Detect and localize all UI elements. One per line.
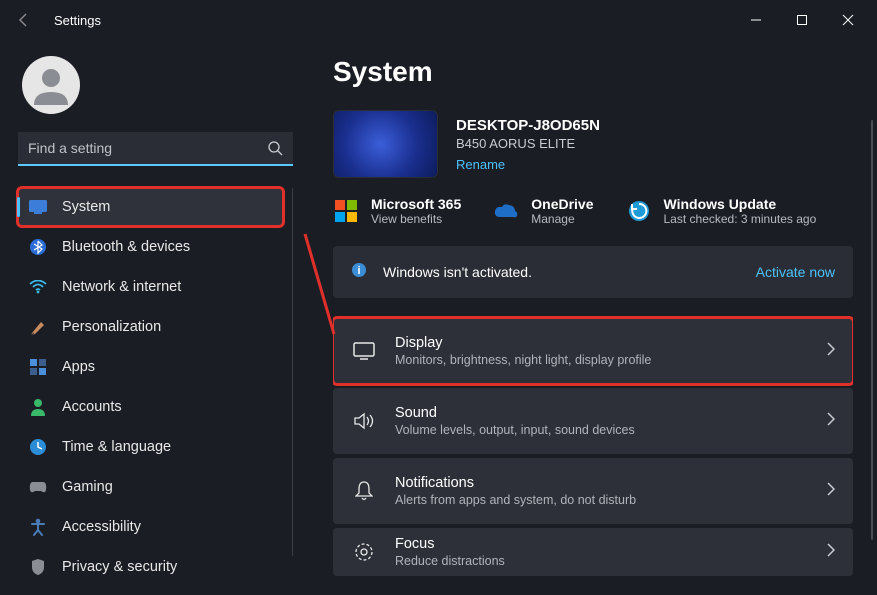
time-icon [28, 437, 48, 457]
setting-desc: Alerts from apps and system, do not dist… [395, 493, 636, 507]
info-icon: i [351, 262, 367, 283]
chevron-right-icon [827, 543, 835, 562]
apps-icon [28, 357, 48, 377]
service-sub: Last checked: 3 minutes ago [664, 212, 817, 226]
accounts-icon [28, 397, 48, 417]
system-icon [28, 197, 48, 217]
sidebar-item-accounts[interactable]: Accounts [18, 388, 283, 426]
setting-title: Sound [395, 405, 635, 421]
service-title: Windows Update [664, 196, 817, 212]
setting-title: Display [395, 335, 651, 351]
service-sub: View benefits [371, 212, 461, 226]
sidebar-item-time[interactable]: Time & language [18, 428, 283, 466]
sidebar-item-accessibility[interactable]: Accessibility [18, 508, 283, 546]
sidebar-item-bluetooth[interactable]: Bluetooth & devices [18, 228, 283, 266]
service-windowsupdate[interactable]: Windows Update Last checked: 3 minutes a… [626, 196, 817, 226]
sidebar-item-label: Network & internet [62, 279, 181, 295]
setting-desc: Volume levels, output, input, sound devi… [395, 423, 635, 437]
sidebar-item-label: Gaming [62, 479, 113, 495]
setting-desc: Monitors, brightness, night light, displ… [395, 353, 651, 367]
sidebar-item-personalization[interactable]: Personalization [18, 308, 283, 346]
sidebar-item-apps[interactable]: Apps [18, 348, 283, 386]
display-icon [351, 338, 377, 364]
setting-title: Focus [395, 536, 505, 552]
setting-focus[interactable]: Focus Reduce distractions [333, 528, 853, 576]
focus-icon [351, 539, 377, 565]
activation-message: Windows isn't activated. [383, 264, 532, 280]
microsoft-icon [333, 198, 359, 224]
setting-desc: Reduce distractions [395, 554, 505, 568]
sound-icon [351, 408, 377, 434]
page-title: System [333, 56, 853, 88]
search-input[interactable] [18, 132, 293, 166]
sidebar-item-label: Time & language [62, 439, 171, 455]
notifications-icon [351, 478, 377, 504]
setting-sound[interactable]: Sound Volume levels, output, input, soun… [333, 388, 853, 454]
scrollbar[interactable] [871, 120, 873, 540]
accessibility-icon [28, 517, 48, 537]
sidebar-item-gaming[interactable]: Gaming [18, 468, 283, 506]
activate-link[interactable]: Activate now [756, 264, 835, 280]
update-icon [626, 198, 652, 224]
sidebar-item-label: System [62, 199, 110, 215]
chevron-right-icon [827, 342, 835, 361]
service-onedrive[interactable]: OneDrive Manage [493, 196, 593, 226]
wifi-icon [28, 277, 48, 297]
rename-link[interactable]: Rename [456, 157, 600, 172]
setting-notifications[interactable]: Notifications Alerts from apps and syste… [333, 458, 853, 524]
sidebar-item-label: Bluetooth & devices [62, 239, 190, 255]
maximize-button[interactable] [793, 11, 811, 29]
close-button[interactable] [839, 11, 857, 29]
chevron-right-icon [827, 482, 835, 501]
sidebar-item-system[interactable]: System [18, 188, 283, 226]
sidebar-item-label: Accessibility [62, 519, 141, 535]
svg-text:i: i [357, 265, 360, 277]
sidebar-item-label: Accounts [62, 399, 122, 415]
onedrive-icon [493, 198, 519, 224]
user-avatar[interactable] [22, 56, 80, 114]
window-title: Settings [54, 13, 101, 28]
sidebar-item-label: Personalization [62, 319, 161, 335]
search-icon [267, 140, 283, 161]
device-thumbnail [333, 110, 438, 178]
gaming-icon [28, 477, 48, 497]
setting-display[interactable]: Display Monitors, brightness, night ligh… [333, 318, 853, 384]
service-title: OneDrive [531, 196, 593, 212]
setting-title: Notifications [395, 475, 636, 491]
service-title: Microsoft 365 [371, 196, 461, 212]
back-button[interactable] [12, 8, 36, 32]
privacy-icon [28, 557, 48, 577]
sidebar-item-privacy[interactable]: Privacy & security [18, 548, 283, 586]
activation-banner: i Windows isn't activated. Activate now [333, 246, 853, 298]
bluetooth-icon [28, 237, 48, 257]
device-model: B450 AORUS ELITE [456, 136, 600, 151]
service-microsoft365[interactable]: Microsoft 365 View benefits [333, 196, 461, 226]
sidebar-item-label: Apps [62, 359, 95, 375]
device-name: DESKTOP-J8OD65N [456, 117, 600, 134]
sidebar-item-label: Privacy & security [62, 559, 177, 575]
service-sub: Manage [531, 212, 593, 226]
chevron-right-icon [827, 412, 835, 431]
minimize-button[interactable] [747, 11, 765, 29]
sidebar-item-network[interactable]: Network & internet [18, 268, 283, 306]
personalization-icon [28, 317, 48, 337]
